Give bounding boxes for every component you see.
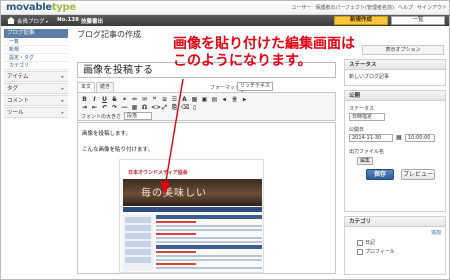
category-checkbox[interactable]: 日記 [357,239,375,246]
embedded-site-header: 日本オウンドメディア協会 [120,160,263,178]
chevron-right-icon: ▸ [61,86,64,92]
app-window: movabletype ユーザー 保護者のパーフェクト(管理者名前) ヘルプ サ… [0,0,450,280]
embedded-content [156,215,262,271]
special-char-icon[interactable]: Ω [141,104,148,111]
blog-name: 技藤書出 [81,19,104,25]
body-text-line: こんな画像を貼り付けます。 [82,147,153,153]
chevron-right-icon: ▸ [61,98,64,104]
sidebar-section-tools[interactable]: ツール ▸ [4,107,68,118]
top-links: ユーザー 保護者のパーフェクト(管理者名前) ヘルプ サインアウト [291,4,447,11]
status-box-header: ステータス [345,60,445,70]
home-icon[interactable] [7,17,15,24]
top-link-help[interactable]: ヘルプ [398,4,413,11]
horizontal-rule-icon[interactable]: ― [121,104,128,111]
red-annotation: 画像を貼り付けた編集画面は このようになります。 [173,36,355,70]
code-view-icon[interactable]: ▯ [191,104,198,111]
chevron-right-icon: ▸ [61,74,64,80]
format-label: フォーマット [210,85,241,91]
sidebar-header-entries[interactable]: ブログ記事 [4,29,68,38]
sidebar-item-list[interactable]: 一覧 [4,38,68,46]
redo-icon[interactable]: ↷ [111,104,118,111]
tab-body[interactable]: 本文 [77,82,95,92]
chevron-right-icon: ▸ [61,110,64,116]
tab-more[interactable]: 続き [96,82,114,92]
category-box: カテゴリ 追加 日記 プロフィール [344,216,446,275]
bold-icon[interactable]: B [81,96,88,103]
insert-image-icon[interactable]: ▣ [201,96,208,103]
outdent-icon[interactable]: ⇤ [91,104,98,111]
align-left-icon[interactable]: ⫷ [221,96,228,103]
publish-date-input[interactable]: 2014-11-30 [349,134,393,142]
underline-icon[interactable]: U [101,96,108,103]
sidebar-item-new[interactable]: 新規 [4,46,68,54]
sidebar-section-label: タグ [7,86,19,92]
sidebar-section-tags[interactable]: タグ ▸ [4,83,68,94]
entry-number: No.138 [57,17,79,23]
align-center-icon[interactable]: ≣ [231,96,238,103]
left-sidebar: ブログ記事 一覧 新規 設定・タグ カテゴリ アイテム ▸ タグ ▸ コメント ▸ ツ… [4,29,68,118]
list-button[interactable]: 一覧 [391,16,445,25]
page-title: ブログ記事の作成 [77,30,141,39]
sidebar-item-tags[interactable]: 設定・タグ [4,54,68,62]
editor-body[interactable]: 画像を投稿します。 こんな画像を貼り付けます。 日本オウンドメディア協会 毎の美… [77,122,336,274]
paragraph-format-select[interactable]: 段落 [124,112,152,120]
rich-text-toolbar: B I U S ⚭ ⚮ ✉ ❝ ≡ ☰ A ▦ ▣ ▤ ⫷ ≣ ⫸ ⇥ ⇤ ↶ … [77,92,336,121]
publish-box-header: 公開 [345,91,445,101]
embedded-sidebar [123,215,153,271]
email-link-icon[interactable]: ✉ [141,96,148,103]
add-category-link[interactable]: 追加 [431,229,441,236]
table-icon[interactable]: ▦ [131,104,138,111]
top-link-signout[interactable]: サインアウト [417,4,447,11]
status-box: ステータス 新しいブログ記事 [344,59,446,86]
editor-tabs: 本文 続き フォーマット リッチテキスト [77,82,336,96]
annotation-line-2: このようになります。 [173,53,312,69]
top-link-profile[interactable]: 保護者のパーフェクト(管理者名前) [315,4,394,11]
embedded-screenshot-image[interactable]: 日本オウンドメディア協会 毎の美味しい [119,159,264,273]
sidebar-section-label: アイテム [7,74,29,80]
display-options-button[interactable]: 表示オプション [362,45,444,55]
link-icon[interactable]: ⚭ [121,96,128,103]
blog-selector[interactable]: 会員ブログ [17,17,48,25]
align-right-icon[interactable]: ⫸ [241,96,248,103]
status-select[interactable]: 日時指定 [349,113,385,121]
new-create-button[interactable]: 新規作成 [334,16,388,25]
status-text: 新しいブログ記事 [349,74,390,80]
embedded-nav-bar [123,207,262,212]
sidebar-item-category[interactable]: カテゴリ [4,62,68,70]
undo-icon[interactable]: ↶ [101,104,108,111]
top-header: movabletype ユーザー 保護者のパーフェクト(管理者名前) ヘルプ サ… [1,1,449,15]
annotation-arrow-icon [160,78,184,195]
publish-date-label: 公開日 [349,127,365,133]
category-checkbox[interactable]: プロフィール [357,248,395,255]
blog-bar: 会員ブログ No.138 技藤書出 新規作成 一覧 [1,15,449,26]
save-button[interactable]: 保存 [366,169,394,180]
italic-icon[interactable]: I [91,96,98,103]
body-text-line: 画像を投稿します。 [82,131,131,137]
publish-time-input[interactable]: 10:00:00 [405,134,435,142]
annotation-line-1: 画像を貼り付けた編集画面は [173,36,355,52]
edit-filename-button[interactable]: 編集 [357,157,373,165]
calendar-icon[interactable]: ▦ [396,134,402,141]
embedded-banner: 毎の美味しい [123,179,262,206]
logo-text-main: movable [6,2,52,13]
app-logo[interactable]: movabletype [6,2,76,13]
background-color-icon[interactable]: ▦ [191,96,198,103]
sidebar-section-items[interactable]: アイテム ▸ [4,71,68,82]
publish-box: 公開 ステータス 日時指定 公開日 2014-11-30 ▦ 10:00:00 … [344,90,446,212]
top-link-user[interactable]: ユーザー [291,4,311,11]
format-select[interactable]: リッチテキスト [237,82,273,96]
output-filename-label: 出力ファイル名 [349,149,385,155]
sidebar-section-comments[interactable]: コメント ▸ [4,95,68,106]
unlink-icon[interactable]: ⚮ [131,96,138,103]
sidebar-section-label: コメント [7,98,30,104]
indent-icon[interactable]: ⇥ [81,104,88,111]
sidebar-section-label: ツール [7,110,24,116]
logo-text-accent: type [51,2,76,13]
strikethrough-icon[interactable]: S [111,96,118,103]
font-size-label: フォントの大きさ [81,114,122,120]
status-label: ステータス [349,106,375,112]
category-box-header: カテゴリ [345,217,445,227]
preview-button[interactable]: プレビュー [401,169,435,180]
insert-file-icon[interactable]: ▤ [211,96,218,103]
